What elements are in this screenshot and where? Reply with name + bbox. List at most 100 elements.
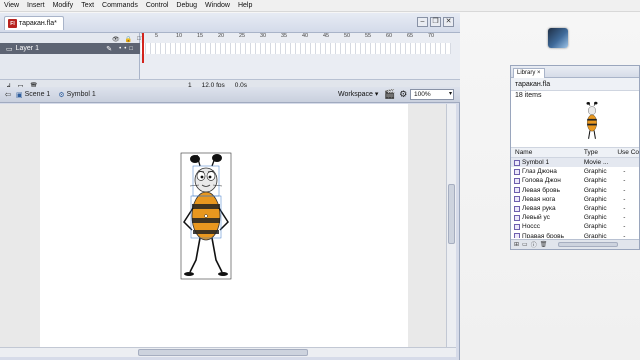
menu-window[interactable]: Window xyxy=(205,2,230,9)
close-icon[interactable]: × xyxy=(537,70,541,76)
menu-insert[interactable]: Insert xyxy=(27,2,45,9)
frame-number: 40 xyxy=(302,33,309,39)
library-item-label: Левый ус xyxy=(522,214,550,222)
library-item-label: Носсс xyxy=(522,223,541,231)
show-hide-icon[interactable]: 👁 xyxy=(112,36,120,43)
workspace-menu[interactable]: Workspace ▾ xyxy=(338,90,378,98)
library-item-type: Graphic xyxy=(583,205,607,213)
frame-number: 30 xyxy=(260,33,267,39)
foot-right xyxy=(218,272,228,276)
back-arrow-icon[interactable]: ⇦ xyxy=(0,90,16,99)
library-tab-bar: Library × xyxy=(511,66,639,78)
document-tab[interactable]: Fl таракан.fla* xyxy=(4,16,64,30)
library-item[interactable]: Голова Джон Graphic - xyxy=(511,176,639,185)
menu-commands[interactable]: Commands xyxy=(102,2,138,9)
library-item-name: Левый ус xyxy=(511,213,584,222)
library-item-label: Symbol 1 xyxy=(522,159,550,167)
library-horizontal-scroll[interactable] xyxy=(558,242,619,247)
column-type[interactable]: Type xyxy=(584,148,617,157)
lock-icon[interactable]: 🔒 xyxy=(125,36,132,43)
document-tab-bar: Fl таракан.fla* – ❐ ✕ xyxy=(0,13,460,33)
stripe-2 xyxy=(192,218,220,223)
stripe-3 xyxy=(193,230,219,234)
cockroach-character[interactable] xyxy=(180,152,232,280)
delete-icon[interactable]: 🗑 xyxy=(540,241,548,248)
menu-text[interactable]: Text xyxy=(81,2,94,9)
minimize-button[interactable]: – xyxy=(417,17,428,27)
menu-view[interactable]: View xyxy=(4,2,19,9)
frame-number: 5 xyxy=(155,33,159,39)
playhead[interactable] xyxy=(142,33,144,63)
library-item-use-count: - xyxy=(623,195,626,203)
graphic-symbol-icon xyxy=(514,168,520,175)
library-item[interactable]: Левая нога Graphic - xyxy=(511,195,639,204)
fla-file-icon: Fl xyxy=(8,19,17,28)
library-item[interactable]: Symbol 1 Movie ... xyxy=(511,158,639,168)
vertical-scrollbar[interactable] xyxy=(446,104,456,347)
eye-left xyxy=(196,171,206,181)
library-item[interactable]: Левый ус Graphic - xyxy=(511,213,639,222)
library-item-type: Graphic xyxy=(583,186,607,194)
stripe-1 xyxy=(192,204,220,209)
library-item-name: Носсс xyxy=(511,222,584,231)
vertical-scroll-thumb[interactable] xyxy=(448,184,455,244)
library-item-name: Левая бровь xyxy=(511,186,584,195)
menu-help[interactable]: Help xyxy=(238,2,252,9)
workspace-label: Workspace xyxy=(338,91,373,98)
desktop-app-icon[interactable] xyxy=(548,28,568,48)
library-item-use-count: - xyxy=(623,205,626,213)
head xyxy=(194,167,218,193)
document-tab-title: таракан.fla* xyxy=(19,20,57,27)
horizontal-scrollbar[interactable] xyxy=(0,347,456,357)
frame-number: 10 xyxy=(176,33,183,39)
library-item-label: Левая рука xyxy=(522,205,556,213)
pasteboard[interactable] xyxy=(0,104,446,347)
frame-cells[interactable] xyxy=(141,43,451,54)
new-folder-icon[interactable]: ▭ xyxy=(522,241,528,248)
frame-number: 50 xyxy=(344,33,351,39)
chevron-down-icon: ▾ xyxy=(374,91,379,98)
edit-symbols-icon[interactable]: ⚙ xyxy=(399,89,407,100)
library-item-type: Graphic xyxy=(583,177,607,185)
library-item[interactable]: Правая бровь Graphic - xyxy=(511,232,639,238)
breadcrumb-symbol[interactable]: ⚙ Symbol 1 xyxy=(58,91,95,99)
layer-row[interactable]: ▭ Layer 1 ✎ ••□ xyxy=(0,43,140,54)
library-file-select[interactable]: таракан.fla xyxy=(511,78,639,91)
frame-number: 60 xyxy=(386,33,393,39)
frame-ruler[interactable]: 1510152025303540455055606570 xyxy=(141,33,460,43)
library-item-type: Graphic xyxy=(583,223,607,231)
scene-label: Scene 1 xyxy=(24,91,51,98)
library-column-header: Name Type Use Co xyxy=(511,147,639,158)
library-item-use-count: - xyxy=(623,232,626,238)
restore-button[interactable]: ❐ xyxy=(430,17,441,27)
graphic-symbol-icon xyxy=(514,233,520,238)
library-item[interactable]: Левая бровь Graphic - xyxy=(511,186,639,195)
breadcrumb-scene[interactable]: ▣ Scene 1 xyxy=(16,91,50,99)
graphic-symbol-icon xyxy=(514,196,520,203)
edit-scene-icon[interactable]: 🎬 xyxy=(384,89,395,100)
registration-point xyxy=(204,214,208,218)
horizontal-scroll-thumb[interactable] xyxy=(138,349,308,356)
library-item-type: Graphic xyxy=(583,214,607,222)
library-item[interactable]: Глаз Джона Graphic - xyxy=(511,167,639,176)
library-item[interactable]: Левая рука Graphic - xyxy=(511,204,639,213)
library-item-use-count: - xyxy=(623,177,626,185)
layer-state-dots[interactable]: ••□ xyxy=(119,46,136,52)
frame-number: 70 xyxy=(428,33,435,39)
properties-icon[interactable]: ⓘ xyxy=(531,240,537,249)
new-symbol-icon[interactable]: ⊞ xyxy=(514,241,519,248)
menu-debug[interactable]: Debug xyxy=(176,2,197,9)
stage[interactable] xyxy=(40,104,408,347)
menu-modify[interactable]: Modify xyxy=(53,2,74,9)
pupil-left xyxy=(200,175,204,179)
library-item[interactable]: Носсс Graphic - xyxy=(511,222,639,231)
layer-icon: ▭ xyxy=(6,45,13,53)
library-tab[interactable]: Library × xyxy=(513,68,545,78)
column-use-count[interactable]: Use Co xyxy=(617,148,639,157)
menu-control[interactable]: Control xyxy=(146,2,169,9)
close-button[interactable]: ✕ xyxy=(443,17,454,27)
leg-left xyxy=(189,237,201,273)
zoom-select[interactable]: 100% ▾ xyxy=(410,89,454,100)
library-item-label: Левая бровь xyxy=(522,186,560,194)
column-name[interactable]: Name xyxy=(511,148,584,157)
